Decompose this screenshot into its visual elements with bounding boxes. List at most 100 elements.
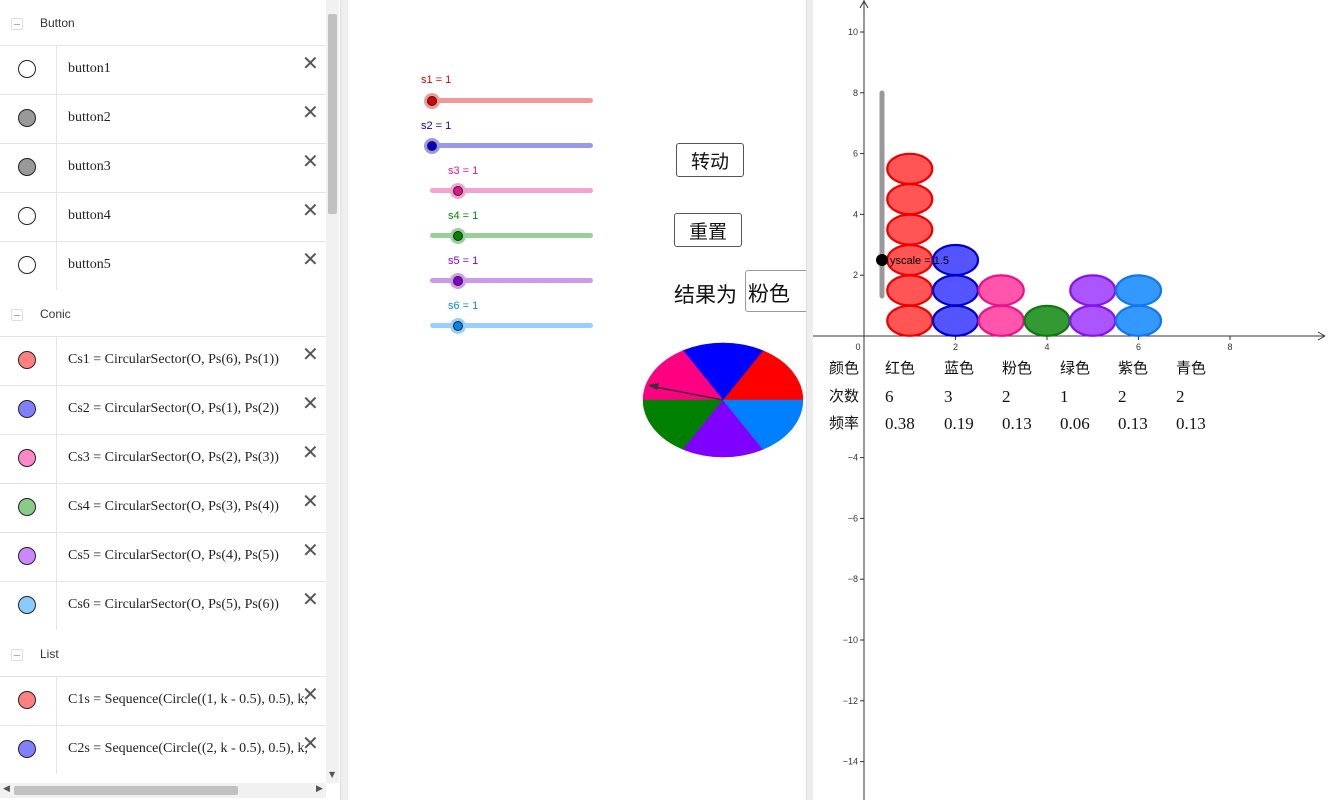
group-header[interactable]: List <box>0 631 326 675</box>
slider-handle[interactable] <box>453 231 463 241</box>
object-definition[interactable]: button5 <box>68 257 111 273</box>
algebra-row[interactable]: Cs3 = CircularSector(O, Ps(2), Ps(3)) ✕ <box>0 434 326 483</box>
delete-icon[interactable]: ✕ <box>302 249 319 269</box>
visibility-toggle[interactable] <box>0 386 57 434</box>
object-definition[interactable]: Cs2 = CircularSector(O, Ps(1), Ps(2)) <box>68 401 279 417</box>
visibility-marble-icon[interactable] <box>18 498 36 516</box>
slider-handle[interactable] <box>453 321 463 331</box>
algebra-row[interactable]: Cs5 = CircularSector(O, Ps(4), Ps(5)) ✕ <box>0 532 326 581</box>
visibility-toggle[interactable] <box>0 677 57 725</box>
visibility-marble-icon[interactable] <box>18 207 36 225</box>
scroll-down-arrow-icon[interactable]: ▼ <box>329 770 335 779</box>
object-definition[interactable]: button3 <box>68 159 111 175</box>
visibility-toggle[interactable] <box>0 435 57 483</box>
delete-icon[interactable]: ✕ <box>302 733 319 753</box>
slider-handle[interactable] <box>453 186 463 196</box>
visibility-toggle[interactable] <box>0 337 57 385</box>
delete-icon[interactable]: ✕ <box>302 540 319 560</box>
visibility-marble-icon[interactable] <box>18 109 36 127</box>
visibility-toggle[interactable] <box>0 95 57 143</box>
group-header[interactable]: Conic <box>0 291 326 335</box>
object-definition[interactable]: button1 <box>68 61 111 77</box>
visibility-toggle[interactable] <box>0 582 57 630</box>
visibility-toggle[interactable] <box>0 484 57 532</box>
yscale-slider-handle[interactable] <box>876 254 888 266</box>
collapse-icon[interactable] <box>11 309 23 321</box>
object-definition[interactable]: Cs4 = CircularSector(O, Ps(3), Ps(4)) <box>68 499 279 515</box>
visibility-toggle[interactable] <box>0 242 57 290</box>
visibility-marble-icon[interactable] <box>18 351 36 369</box>
visibility-toggle[interactable] <box>0 533 57 581</box>
horizontal-scrollbar[interactable]: ◀ ▶ <box>0 783 326 798</box>
visibility-marble-icon[interactable] <box>18 256 36 274</box>
slider-handle[interactable] <box>453 276 463 286</box>
x-tick-label: 0 <box>855 342 860 352</box>
slider-track[interactable] <box>432 143 593 148</box>
horizontal-scrollbar-thumb[interactable] <box>14 786 238 795</box>
count-cell: 1 <box>1060 387 1069 406</box>
slider-track[interactable] <box>432 98 593 103</box>
object-definition[interactable]: button2 <box>68 110 111 126</box>
result-input[interactable]: 粉色 <box>745 270 806 312</box>
algebra-row[interactable]: button3 ✕ <box>0 143 326 192</box>
algebra-row[interactable]: C2s = Sequence(Circle((2, k - 0.5), 0.5)… <box>0 725 326 774</box>
delete-icon[interactable]: ✕ <box>302 102 319 122</box>
visibility-toggle[interactable] <box>0 144 57 192</box>
count-cell: 2 <box>1176 387 1185 406</box>
algebra-row[interactable]: button2 ✕ <box>0 94 326 143</box>
collapse-icon[interactable] <box>11 649 23 661</box>
delete-icon[interactable]: ✕ <box>302 491 319 511</box>
graphics-view-2[interactable]: 0 2 4 6 8 10 8 6 4 2 −4 −6 −8 −10 −12 −14 yscale = 1.5 颜色… <box>813 0 1329 800</box>
vertical-scrollbar[interactable]: ▼ <box>326 0 339 783</box>
slider-label: s4 = 1 <box>448 210 479 222</box>
visibility-marble-icon[interactable] <box>18 547 36 565</box>
algebra-row[interactable]: Cs1 = CircularSector(O, Ps(6), Ps(1)) ✕ <box>0 336 326 385</box>
spin-button[interactable]: 转动 <box>676 143 744 177</box>
object-definition[interactable]: Cs6 = CircularSector(O, Ps(5), Ps(6)) <box>68 597 279 613</box>
algebra-row[interactable]: button1 ✕ <box>0 45 326 94</box>
delete-icon[interactable]: ✕ <box>302 442 319 462</box>
visibility-toggle[interactable] <box>0 726 57 774</box>
vertical-scrollbar-thumb[interactable] <box>328 14 337 214</box>
frequency-chart[interactable]: 0 2 4 6 8 10 8 6 4 2 −4 −6 −8 −10 −12 −14 yscale = 1.5 颜色… <box>813 0 1329 800</box>
graphics-view-1[interactable]: s1 = 1 s2 = 1 s3 = 1 s4 = 1 s5 = 1 s6 = 1 转动 … <box>348 0 806 800</box>
visibility-marble-icon[interactable] <box>18 449 36 467</box>
algebra-row[interactable]: button4 ✕ <box>0 192 326 241</box>
visibility-marble-icon[interactable] <box>18 596 36 614</box>
visibility-toggle[interactable] <box>0 46 57 94</box>
spinner-wheel[interactable] <box>640 338 806 462</box>
slider-handle[interactable] <box>427 141 437 151</box>
visibility-toggle[interactable] <box>0 193 57 241</box>
algebra-row[interactable]: C1s = Sequence(Circle((1, k - 0.5), 0.5)… <box>0 676 326 725</box>
object-definition[interactable]: C1s = Sequence(Circle((1, k - 0.5), 0.5)… <box>68 692 308 708</box>
collapse-icon[interactable] <box>11 18 23 30</box>
object-definition[interactable]: Cs5 = CircularSector(O, Ps(4), Ps(5)) <box>68 548 279 564</box>
delete-icon[interactable]: ✕ <box>302 393 319 413</box>
algebra-row[interactable]: button5 ✕ <box>0 241 326 290</box>
object-definition[interactable]: Cs1 = CircularSector(O, Ps(6), Ps(1)) <box>68 352 279 368</box>
reset-button[interactable]: 重置 <box>674 213 742 247</box>
visibility-marble-icon[interactable] <box>18 740 36 758</box>
algebra-row[interactable]: Cs6 = CircularSector(O, Ps(5), Ps(6)) ✕ <box>0 581 326 630</box>
visibility-marble-icon[interactable] <box>18 400 36 418</box>
delete-icon[interactable]: ✕ <box>302 151 319 171</box>
object-definition[interactable]: Cs3 = CircularSector(O, Ps(2), Ps(3)) <box>68 450 279 466</box>
algebra-row[interactable]: Cs4 = CircularSector(O, Ps(3), Ps(4)) ✕ <box>0 483 326 532</box>
delete-icon[interactable]: ✕ <box>302 200 319 220</box>
visibility-marble-icon[interactable] <box>18 60 36 78</box>
scroll-right-arrow-icon[interactable]: ▶ <box>316 784 323 794</box>
scroll-left-arrow-icon[interactable]: ◀ <box>3 784 10 794</box>
group-header[interactable]: Button <box>0 0 326 44</box>
view-divider[interactable] <box>340 0 348 800</box>
delete-icon[interactable]: ✕ <box>302 684 319 704</box>
visibility-marble-icon[interactable] <box>18 158 36 176</box>
object-definition[interactable]: C2s = Sequence(Circle((2, k - 0.5), 0.5)… <box>68 741 308 757</box>
delete-icon[interactable]: ✕ <box>302 344 319 364</box>
visibility-marble-icon[interactable] <box>18 691 36 709</box>
view-divider-2[interactable] <box>806 0 813 800</box>
delete-icon[interactable]: ✕ <box>302 53 319 73</box>
object-definition[interactable]: button4 <box>68 208 111 224</box>
delete-icon[interactable]: ✕ <box>302 589 319 609</box>
algebra-row[interactable]: Cs2 = CircularSector(O, Ps(1), Ps(2)) ✕ <box>0 385 326 434</box>
slider-handle[interactable] <box>427 96 437 106</box>
